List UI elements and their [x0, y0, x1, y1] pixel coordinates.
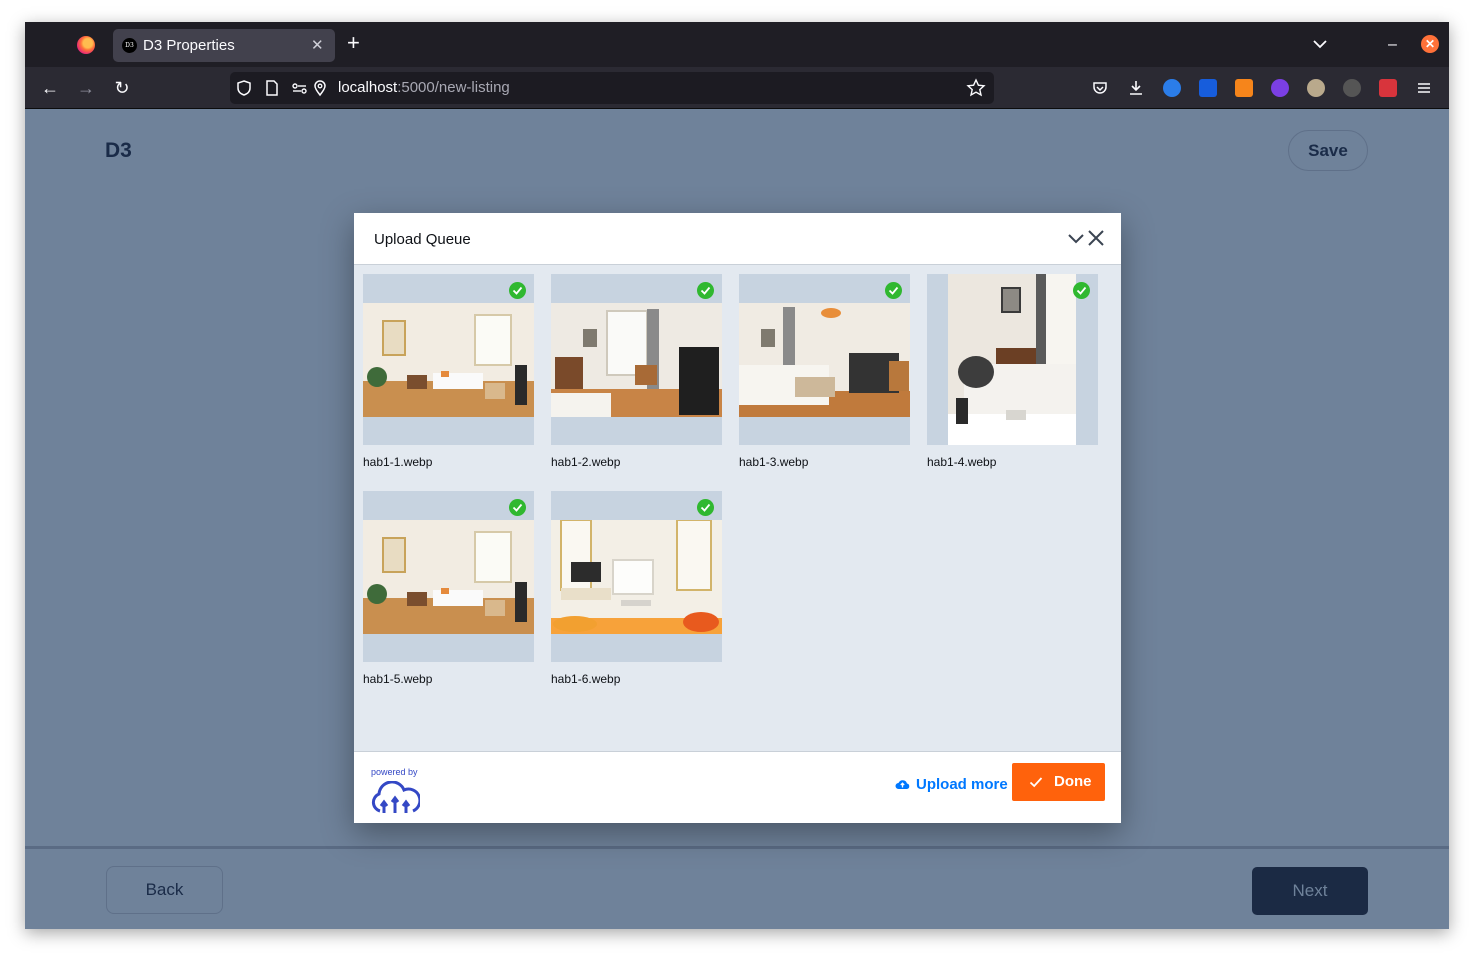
check-circle-icon [509, 282, 526, 299]
file-name: hab1-3.webp [739, 455, 809, 469]
firefox-logo-icon [77, 36, 95, 54]
url-bar[interactable]: localhost:5000/new-listing [230, 72, 994, 104]
room-photo-image [739, 303, 910, 417]
bitwarden-icon[interactable] [1199, 79, 1217, 97]
bookmark-star-icon[interactable] [966, 78, 986, 98]
site-logo[interactable]: D3 [105, 139, 132, 163]
powered-by-label: powered by [371, 767, 418, 777]
new-tab-icon[interactable]: + [347, 32, 360, 54]
check-circle-icon [509, 499, 526, 516]
tab-favicon-icon: D3 [122, 38, 137, 53]
check-circle-icon [697, 499, 714, 516]
file-tile[interactable]: hab1-5.webp [363, 491, 534, 686]
extension-avatar-icon[interactable] [1163, 79, 1181, 97]
file-thumbnail[interactable] [551, 274, 722, 445]
reload-icon[interactable]: ↻ [111, 77, 133, 99]
upload-queue-modal: Upload Queue hab1-1.webp hab1-2.webp hab… [354, 213, 1121, 823]
extension-gear-icon[interactable] [1343, 79, 1361, 97]
modal-title: Upload Queue [374, 231, 471, 248]
done-button[interactable]: Done [1012, 763, 1105, 801]
check-circle-icon [885, 282, 902, 299]
permissions-icon[interactable] [290, 78, 310, 98]
file-name: hab1-1.webp [363, 455, 433, 469]
extension-red-icon[interactable] [1379, 79, 1397, 97]
url-host: localhost [338, 79, 398, 96]
file-tile[interactable]: hab1-2.webp [551, 274, 722, 469]
location-icon[interactable] [310, 78, 330, 98]
downloads-icon[interactable] [1127, 79, 1145, 97]
file-name: hab1-2.webp [551, 455, 621, 469]
room-photo-image [948, 274, 1076, 445]
modal-header: Upload Queue [354, 213, 1121, 265]
room-photo-image [551, 520, 722, 634]
room-photo-image [363, 303, 534, 417]
file-thumbnail[interactable] [363, 491, 534, 662]
menu-icon[interactable] [1415, 79, 1433, 97]
file-name: hab1-5.webp [363, 672, 433, 686]
tab-bar: D3 D3 Properties ✕ + – ✕ [25, 22, 1449, 67]
next-button[interactable]: Next [1252, 867, 1368, 915]
footer-divider [25, 846, 1449, 849]
browser-tab[interactable]: D3 D3 Properties ✕ [113, 29, 335, 62]
file-thumbnail[interactable] [551, 491, 722, 662]
metamask-icon[interactable] [1235, 79, 1253, 97]
file-tile[interactable]: hab1-4.webp [927, 274, 1098, 469]
file-name: hab1-4.webp [927, 455, 997, 469]
extension-purple-icon[interactable] [1271, 79, 1289, 97]
back-button[interactable]: Back [106, 866, 223, 914]
file-tile[interactable]: hab1-3.webp [739, 274, 910, 469]
file-name: hab1-6.webp [551, 672, 621, 686]
check-circle-icon [697, 282, 714, 299]
shield-icon[interactable] [234, 78, 254, 98]
cloud-upload-icon [895, 780, 910, 789]
tab-title: D3 Properties [143, 37, 235, 54]
upload-more-label: Upload more [916, 776, 1008, 793]
file-thumbnail[interactable] [739, 274, 910, 445]
upload-more-button[interactable]: Upload more [895, 776, 1008, 793]
file-tile[interactable]: hab1-6.webp [551, 491, 722, 686]
upload-grid: hab1-1.webp hab1-2.webp hab1-3.webp hab1… [363, 274, 1113, 744]
room-photo-image [551, 303, 722, 417]
forward-icon[interactable]: → [75, 77, 97, 99]
modal-footer: powered by Upload more Done [354, 751, 1121, 823]
file-thumbnail[interactable] [363, 274, 534, 445]
browser-window: D3 D3 Properties ✕ + – ✕ ← → ↻ localhost… [25, 22, 1449, 929]
back-icon[interactable]: ← [39, 77, 61, 99]
close-window-icon[interactable]: ✕ [1421, 35, 1439, 53]
minimize-window-icon[interactable]: – [1388, 36, 1397, 54]
done-label: Done [1054, 773, 1092, 790]
room-photo-image [363, 520, 534, 634]
navigation-bar: ← → ↻ localhost:5000/new-listing [25, 67, 1449, 109]
chevron-down-icon[interactable] [1067, 229, 1085, 247]
pocket-icon[interactable] [1091, 79, 1109, 97]
save-button[interactable]: Save [1288, 130, 1368, 171]
tab-close-icon[interactable]: ✕ [311, 36, 324, 54]
cloudinary-logo-icon[interactable] [370, 781, 420, 815]
file-thumbnail[interactable] [927, 274, 1098, 445]
extension-owl-icon[interactable] [1307, 79, 1325, 97]
close-icon[interactable] [1087, 229, 1105, 247]
file-tile[interactable]: hab1-1.webp [363, 274, 534, 469]
page-icon[interactable] [262, 78, 282, 98]
url-path: :5000/new-listing [397, 79, 510, 96]
check-circle-icon [1073, 282, 1090, 299]
check-icon [1029, 777, 1043, 788]
url-text: localhost:5000/new-listing [338, 79, 510, 96]
tab-list-icon[interactable] [1312, 36, 1328, 52]
